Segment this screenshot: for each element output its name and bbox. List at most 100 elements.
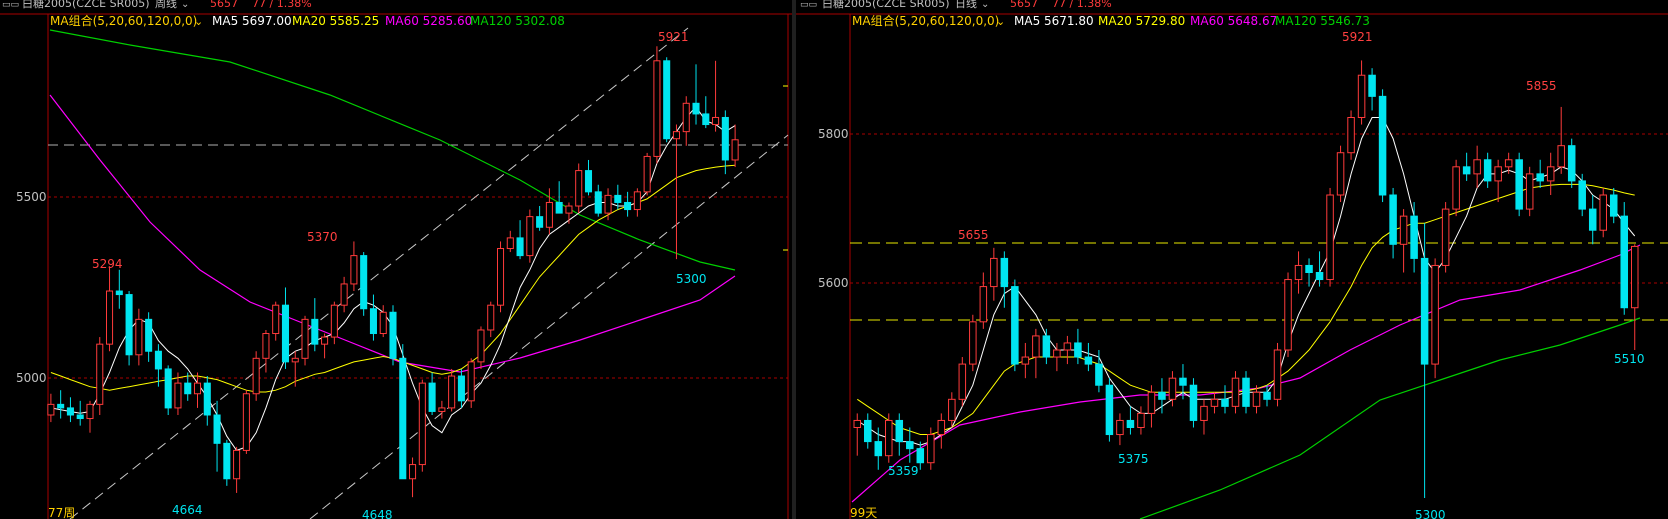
candle-up (672, 131, 680, 140)
chevron-down-icon[interactable]: ⌄ (194, 15, 203, 28)
candle-down (457, 375, 465, 402)
candle-up (990, 257, 998, 288)
last-price: 5657 (210, 0, 238, 10)
candle-down (555, 201, 563, 214)
contract-title: 白糖2005(CZCE SR005) (822, 0, 950, 10)
candle-down (1410, 215, 1418, 259)
ma120-value: MA120 5302.08 (470, 14, 565, 28)
candle-down (721, 116, 729, 161)
candle-up (969, 321, 977, 365)
candle-down (614, 194, 622, 203)
candle-up (418, 382, 426, 466)
ma-group-label[interactable]: MA组合(5,20,60,120,0,0) (50, 13, 197, 28)
high-label: 5921 (658, 30, 689, 44)
candle-up (1200, 405, 1208, 421)
candle-up (526, 216, 534, 257)
candle-down (57, 403, 65, 409)
candle-down (1420, 257, 1429, 365)
candle-up (321, 336, 329, 345)
low-label: 4648 (362, 508, 393, 519)
candle-down (1567, 145, 1576, 182)
candle-up (379, 311, 387, 335)
candle-up (438, 407, 446, 412)
chevron-down-icon[interactable]: ⌄ (996, 15, 1005, 28)
candle-up (1053, 349, 1061, 358)
candle-up (1441, 208, 1450, 266)
chevron-down-icon[interactable]: ⌄ (981, 0, 989, 10)
candle-down (895, 419, 904, 443)
candle-down (1105, 384, 1114, 436)
low-label: 5375 (1118, 452, 1149, 466)
candle-down (594, 191, 602, 214)
y-tick-5000: 5000 (16, 371, 47, 385)
candle-down (1084, 356, 1093, 365)
candle-up (1210, 398, 1219, 407)
chevron-down-icon[interactable]: ⌄ (181, 0, 189, 10)
candle-up (1347, 117, 1355, 154)
ma120-value: MA120 5546.73 (1275, 14, 1370, 28)
candle-up (575, 170, 583, 207)
y-tick-5800: 5800 (818, 127, 849, 141)
menu-icon[interactable]: ▭▭ (800, 0, 817, 10)
candle-up (242, 393, 250, 451)
candle-down (1536, 173, 1544, 182)
ma60-value: MA60 5285.60 (385, 14, 472, 28)
candle-up (350, 255, 358, 285)
low-label: 5300 (1415, 508, 1446, 519)
candle-down (1368, 74, 1376, 97)
candle-down (1158, 391, 1166, 400)
candle-up (291, 357, 299, 363)
ma20-value: MA20 5729.80 (1098, 14, 1185, 28)
candle-down (1515, 159, 1523, 210)
candle-up (633, 191, 641, 211)
candle-down (916, 448, 925, 464)
period-selector[interactable]: 日线 (955, 0, 977, 10)
candle-up (262, 333, 270, 359)
candle-up (106, 290, 114, 345)
candle-down (1189, 384, 1198, 421)
candle-down (311, 318, 319, 345)
candle-down (360, 255, 368, 310)
candle-down (428, 382, 436, 412)
candle-down (213, 414, 221, 444)
candle-up (545, 201, 553, 228)
candle-down (1000, 257, 1009, 288)
candle-down (1609, 194, 1618, 217)
candle-up (47, 403, 55, 416)
period-selector[interactable]: 周线 (155, 0, 177, 10)
candle-up (1399, 215, 1408, 245)
candle-down (281, 304, 290, 363)
candle-up (1557, 145, 1565, 168)
ma-group-label[interactable]: MA组合(5,20,60,120,0,0) (852, 13, 999, 28)
ma5-value: MA5 5671.80 (1014, 14, 1094, 28)
candle-up (937, 419, 946, 436)
y-tick-5600: 5600 (818, 276, 849, 290)
price-change: 77 / 1.38% (1052, 0, 1112, 10)
candle-up (96, 343, 104, 405)
candle-down (115, 290, 123, 296)
candle-down (1483, 159, 1492, 182)
ma20-value: MA20 5585.25 (292, 14, 379, 28)
candle-up (233, 449, 241, 480)
candle-up (506, 237, 514, 250)
candle-down (692, 102, 700, 115)
right-panel: 5800 5600 (796, 0, 1668, 519)
candle-down (154, 350, 162, 370)
candle-up (1063, 342, 1072, 351)
candle-down (1126, 419, 1135, 429)
candle-up (272, 304, 280, 335)
candle-up (958, 363, 967, 400)
menu-icon[interactable]: ▭▭ (2, 0, 19, 10)
candle-up (409, 464, 417, 480)
candle-up (653, 60, 661, 157)
bar-count-label: 99天 (850, 506, 877, 519)
candle-down (76, 414, 84, 420)
low-label: 5359 (888, 464, 919, 478)
high-label: 5370 (307, 230, 338, 244)
candle-down (1263, 391, 1271, 400)
candle-up (565, 205, 573, 214)
candle-down (1588, 208, 1597, 231)
candle-up (927, 434, 935, 464)
candle-up (301, 318, 309, 359)
candle-down (906, 441, 914, 450)
